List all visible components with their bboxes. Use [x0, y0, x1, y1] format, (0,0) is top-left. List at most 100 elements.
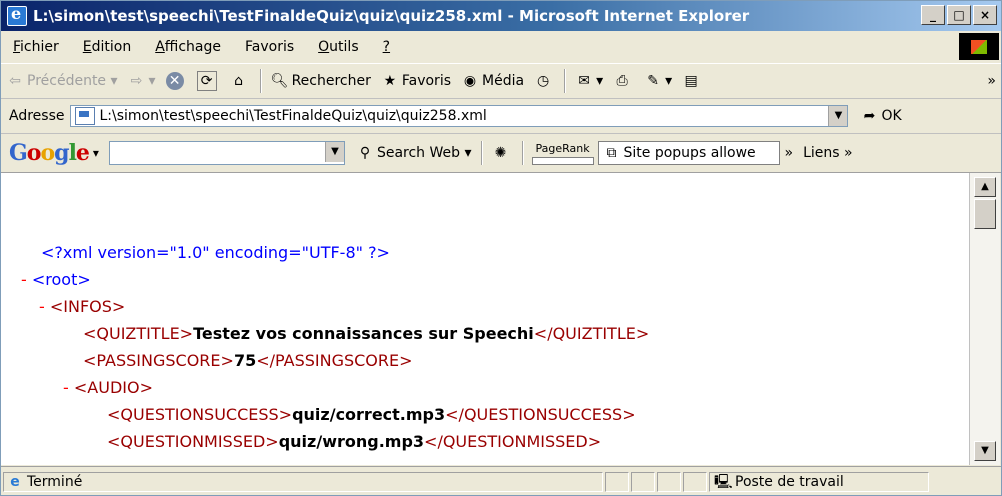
discuss-button[interactable]: ▤: [677, 72, 708, 90]
toolbar-overflow-button[interactable]: »: [982, 73, 1001, 89]
scroll-up-button[interactable]: ▲: [974, 177, 996, 197]
home-icon: ⌂: [234, 73, 243, 89]
xml-node-quiztitle: <QUIZTITLE>Testez vos connaissances sur …: [83, 324, 650, 343]
menu-edition[interactable]: Edition: [71, 39, 143, 55]
window-controls: _ □ ×: [921, 5, 997, 25]
status-cell: [683, 471, 707, 492]
mail-icon: ✉: [578, 73, 590, 89]
news-icon: ✺: [494, 145, 507, 161]
menu-fichier[interactable]: Fichier: [1, 39, 71, 55]
print-button[interactable]: ⎙: [608, 72, 639, 90]
menu-bar: Fichier Edition Affichage Favoris Outils…: [1, 31, 1001, 64]
ie-icon: [7, 4, 27, 26]
questionsuccess-value: quiz/correct.mp3: [292, 405, 446, 424]
history-button[interactable]: ◷: [529, 72, 560, 90]
xml-tag-infos: <INFOS>: [49, 297, 126, 316]
menu-outils[interactable]: Outils: [306, 39, 370, 55]
print-icon: ⎙: [616, 73, 628, 89]
address-value: L:\simon\test\speechi\TestFinaldeQuiz\qu…: [99, 108, 487, 124]
toolbar-separator: [480, 141, 483, 165]
popup-icon: ⧉: [606, 145, 617, 161]
collapse-toggle[interactable]: -: [39, 297, 45, 316]
maximize-button[interactable]: □: [947, 5, 971, 25]
favorites-button[interactable]: ★ Favoris: [376, 72, 456, 90]
xml-node-infos: - <INFOS>: [39, 297, 125, 316]
menu-affichage[interactable]: Affichage: [143, 39, 233, 55]
status-bar: e Terminé 🖳 Poste de travail: [1, 466, 1001, 495]
title-bar[interactable]: L:\simon\test\speechi\TestFinaldeQuiz\qu…: [1, 1, 1001, 31]
xml-node-questionsuccess: <QUESTIONSUCCESS>quiz/correct.mp3</QUEST…: [107, 405, 636, 424]
address-dropdown-button[interactable]: ▼: [828, 106, 848, 126]
passingscore-value: 75: [233, 351, 257, 370]
page-icon: [75, 107, 96, 125]
address-bar: Adresse L:\simon\test\speechi\TestFinald…: [1, 99, 1001, 134]
back-arrow-icon: ⇦: [9, 73, 21, 89]
windows-logo-icon: [959, 33, 999, 60]
google-logo[interactable]: Google: [9, 140, 90, 166]
scroll-down-button[interactable]: ▼: [974, 441, 996, 461]
edit-icon: ✎: [647, 73, 659, 89]
status-cell: [631, 471, 655, 492]
refresh-icon: ⟳: [196, 71, 217, 91]
menu-help[interactable]: ?: [371, 39, 402, 55]
popup-blocker-button[interactable]: ⧉ Site popups allowe: [597, 141, 780, 165]
binoculars-icon: ⚲: [359, 145, 371, 161]
window-title: L:\simon\test\speechi\TestFinaldeQuiz\qu…: [33, 7, 750, 25]
xml-node-questionmissed: <QUESTIONMISSED>quiz/wrong.mp3</QUESTION…: [107, 432, 602, 451]
news-button[interactable]: ✺: [487, 144, 518, 162]
minimize-button[interactable]: _: [921, 5, 945, 25]
status-zone-text: Poste de travail: [735, 473, 844, 490]
forward-button[interactable]: ⇨ ▾: [123, 72, 161, 90]
toolbar-separator: [564, 69, 567, 93]
xml-content-pane: <?xml version="1.0" encoding="UTF-8" ?> …: [1, 173, 969, 465]
google-overflow-button[interactable]: »: [780, 145, 799, 161]
xml-node-root: - <root>: [21, 270, 91, 289]
media-icon: ◉: [463, 73, 477, 89]
collapse-toggle[interactable]: -: [21, 270, 27, 289]
home-button[interactable]: ⌂: [225, 72, 256, 90]
search-button[interactable]: 🔍︎ Rechercher: [266, 72, 376, 90]
toolbar: ⇦ Précédente ▾ ⇨ ▾ ✕ ⟳ ⌂ 🔍︎ Rechercher ★ Fav…: [1, 64, 1001, 99]
refresh-button[interactable]: ⟳: [192, 71, 225, 91]
computer-icon: 🖳: [714, 473, 733, 490]
google-search-input[interactable]: ▼: [108, 141, 345, 165]
vertical-scrollbar[interactable]: ▲ ▼: [969, 173, 1000, 465]
status-text: Terminé: [27, 473, 83, 490]
google-search-dropdown-button[interactable]: ▼: [324, 142, 344, 162]
search-icon: 🔍︎: [270, 73, 289, 89]
scroll-thumb[interactable]: [974, 199, 996, 229]
toolbar-separator: [259, 69, 262, 93]
history-icon: ◷: [536, 73, 550, 89]
stop-button[interactable]: ✕: [161, 72, 192, 90]
questionmissed-value: quiz/wrong.mp3: [278, 432, 425, 451]
back-button[interactable]: ⇦ Précédente ▾: [1, 72, 123, 90]
pagerank-indicator[interactable]: PageRank: [531, 142, 594, 165]
go-button[interactable]: ➦ OK: [860, 107, 902, 125]
status-cell: [605, 471, 629, 492]
xml-tag-root: <root>: [31, 270, 91, 289]
xml-tag-audio: <AUDIO>: [73, 378, 153, 397]
xml-node-audio: - <AUDIO>: [63, 378, 153, 397]
browser-window: L:\simon\test\speechi\TestFinaldeQuiz\qu…: [0, 0, 1002, 496]
mail-button[interactable]: ✉ ▾: [570, 72, 608, 90]
xml-node-passingscore: <PASSINGSCORE>75</PASSINGSCORE>: [83, 351, 413, 370]
xml-declaration: <?xml version="1.0" encoding="UTF-8" ?>: [41, 243, 390, 262]
quiztitle-value: Testez vos connaissances sur Speechi: [193, 324, 534, 343]
edit-button[interactable]: ✎ ▾: [639, 72, 677, 90]
status-main: e Terminé: [3, 471, 603, 492]
status-zone: 🖳 Poste de travail: [709, 471, 929, 492]
collapse-toggle[interactable]: -: [63, 378, 69, 397]
search-web-button[interactable]: ⚲ Search Web ▾: [351, 144, 477, 162]
google-menu-chevron-icon[interactable]: ▾: [93, 146, 99, 160]
address-label: Adresse: [9, 108, 65, 124]
status-cell: [657, 471, 681, 492]
forward-arrow-icon: ⇨: [130, 73, 143, 89]
media-button[interactable]: ◉ Média: [456, 72, 529, 90]
close-button[interactable]: ×: [973, 5, 997, 25]
links-button[interactable]: Liens »: [798, 145, 858, 161]
address-input[interactable]: L:\simon\test\speechi\TestFinaldeQuiz\qu…: [70, 105, 849, 127]
discuss-icon: ▤: [684, 73, 698, 89]
menu-favoris[interactable]: Favoris: [233, 39, 306, 55]
stop-icon: ✕: [165, 72, 184, 90]
toolbar-separator: [521, 141, 524, 165]
